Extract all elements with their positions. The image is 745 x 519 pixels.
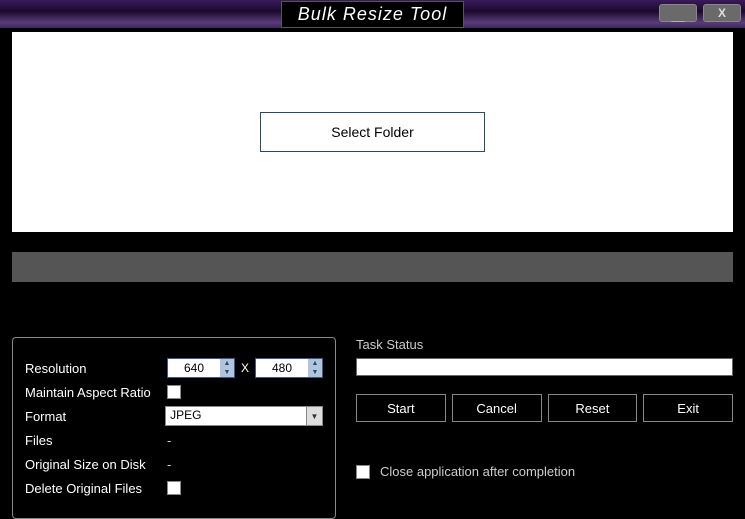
resolution-label: Resolution: [25, 361, 167, 376]
task-area: Task Status Start Cancel Reset Exit Clos…: [356, 337, 733, 479]
size-label: Original Size on Disk: [25, 457, 167, 472]
minimize-button[interactable]: __: [659, 4, 697, 22]
window-title: Bulk Resize Tool: [281, 1, 464, 28]
delete-row: Delete Original Files: [25, 476, 323, 500]
width-arrows: ▲ ▼: [220, 359, 234, 377]
resolution-row: Resolution ▲ ▼ X ▲ ▼: [25, 356, 323, 380]
cancel-button[interactable]: Cancel: [452, 394, 542, 422]
files-label: Files: [25, 433, 167, 448]
select-folder-button[interactable]: Select Folder: [260, 112, 485, 152]
close-icon: X: [718, 6, 726, 20]
bottom-area: Resolution ▲ ▼ X ▲ ▼: [12, 337, 733, 519]
width-input[interactable]: [168, 359, 220, 377]
close-after-checkbox[interactable]: [356, 465, 370, 479]
format-label: Format: [25, 409, 165, 424]
task-status-label: Task Status: [356, 337, 733, 352]
size-value: -: [167, 457, 171, 472]
height-down-icon[interactable]: ▼: [308, 368, 322, 377]
files-value: -: [167, 433, 171, 448]
format-value: JPEG: [166, 407, 306, 425]
content: Select Folder Resolution ▲ ▼ X: [0, 32, 745, 519]
folder-drop-area: Select Folder: [12, 32, 733, 232]
reset-button[interactable]: Reset: [548, 394, 638, 422]
action-buttons: Start Cancel Reset Exit: [356, 394, 733, 422]
format-dropdown-icon[interactable]: ▼: [306, 407, 322, 425]
size-row: Original Size on Disk -: [25, 452, 323, 476]
height-input[interactable]: [256, 359, 308, 377]
height-arrows: ▲ ▼: [308, 359, 322, 377]
aspect-ratio-row: Maintain Aspect Ratio: [25, 380, 323, 404]
delete-checkbox[interactable]: [167, 481, 181, 495]
width-spinner[interactable]: ▲ ▼: [167, 358, 235, 378]
settings-panel: Resolution ▲ ▼ X ▲ ▼: [12, 337, 336, 519]
height-up-icon[interactable]: ▲: [308, 359, 322, 368]
files-row: Files -: [25, 428, 323, 452]
aspect-ratio-checkbox[interactable]: [167, 385, 181, 399]
height-spinner[interactable]: ▲ ▼: [255, 358, 323, 378]
format-row: Format JPEG ▼: [25, 404, 323, 428]
select-folder-label: Select Folder: [331, 124, 413, 140]
divider-bar: [12, 252, 733, 282]
width-up-icon[interactable]: ▲: [220, 359, 234, 368]
task-progress-bar: [356, 358, 733, 376]
delete-label: Delete Original Files: [25, 481, 167, 496]
titlebar: Bulk Resize Tool __ X: [0, 0, 745, 28]
start-button[interactable]: Start: [356, 394, 446, 422]
close-window-button[interactable]: X: [703, 4, 741, 22]
aspect-ratio-label: Maintain Aspect Ratio: [25, 385, 167, 400]
width-down-icon[interactable]: ▼: [220, 368, 234, 377]
window-buttons: __ X: [659, 4, 741, 22]
minimize-icon: __: [671, 9, 684, 23]
exit-button[interactable]: Exit: [643, 394, 733, 422]
close-after-row: Close application after completion: [356, 464, 733, 479]
resolution-x-label: X: [241, 361, 249, 375]
format-select[interactable]: JPEG ▼: [165, 406, 323, 426]
close-after-label: Close application after completion: [380, 464, 575, 479]
